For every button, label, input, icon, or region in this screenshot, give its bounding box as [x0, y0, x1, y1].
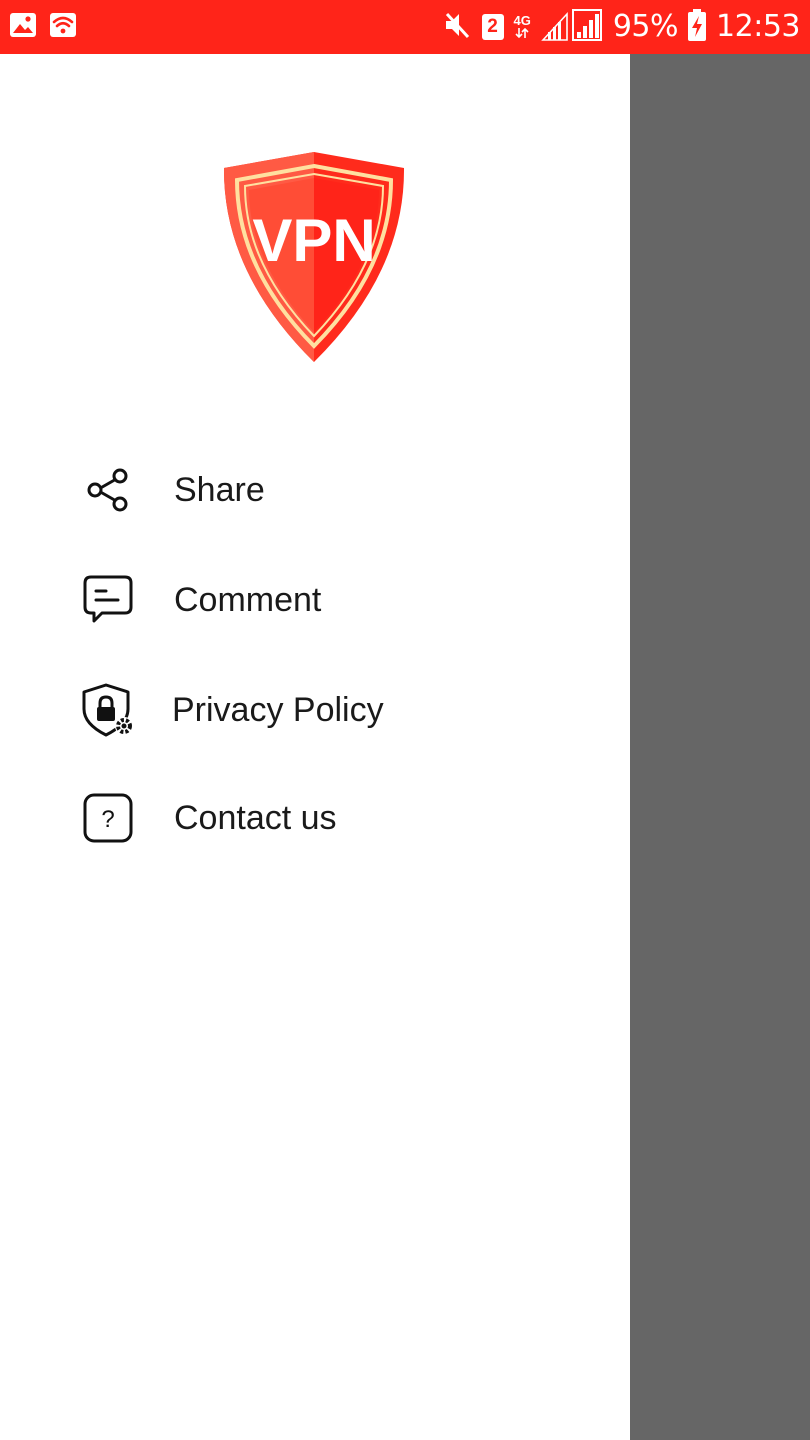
- vpn-shield-logo: VPN: [221, 150, 407, 364]
- privacy-shield-icon: [80, 682, 136, 738]
- image-icon: [9, 12, 37, 43]
- sim-slot-badge: 2: [481, 14, 504, 40]
- network-type-label: 4G: [513, 13, 531, 28]
- status-bar-right: 2 4G 95% 12:53: [432, 8, 800, 47]
- network-type-indicator: 4G: [514, 14, 531, 40]
- navigation-drawer: VPN Share Comment Privacy Policy ? Conta…: [0, 54, 630, 1440]
- mute-icon: [442, 10, 472, 45]
- status-bar-left: [9, 12, 77, 42]
- comment-icon: [80, 572, 136, 628]
- drawer-scrim[interactable]: [630, 54, 810, 1440]
- clock: 12:53: [716, 9, 800, 44]
- signal-icon: [541, 8, 603, 47]
- menu-item-contact-us[interactable]: ? Contact us: [80, 786, 560, 850]
- logo-text: VPN: [252, 207, 375, 274]
- share-icon: [80, 462, 136, 518]
- svg-text:?: ?: [101, 806, 114, 833]
- menu-item-share[interactable]: Share: [80, 458, 560, 522]
- battery-charging-icon: [688, 8, 707, 46]
- battery-percent: 95%: [612, 9, 679, 44]
- menu-item-contact-us-label: Contact us: [174, 798, 337, 837]
- menu-item-share-label: Share: [174, 470, 265, 509]
- status-bar: 2 4G 95% 12:53: [0, 0, 810, 54]
- menu-item-comment-label: Comment: [174, 580, 322, 619]
- menu-item-comment[interactable]: Comment: [80, 568, 560, 632]
- wifi-icon: [49, 12, 77, 43]
- menu-item-privacy-policy[interactable]: Privacy Policy: [80, 678, 560, 742]
- menu-item-privacy-policy-label: Privacy Policy: [172, 690, 384, 729]
- help-icon: ?: [80, 790, 136, 846]
